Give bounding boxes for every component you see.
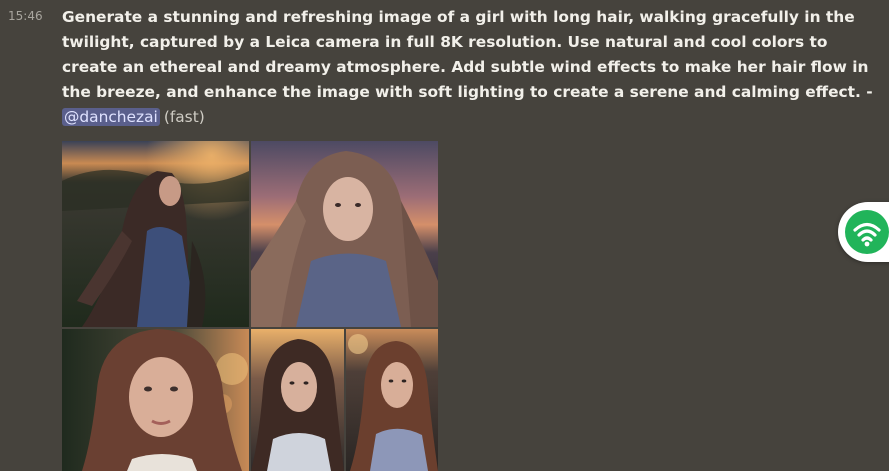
- prompt-line: the breeze, and enhance the image with s…: [62, 83, 873, 101]
- wifi-icon: [845, 210, 889, 254]
- prompt-line: twilight, captured by a Leica camera in …: [62, 33, 828, 51]
- prompt-line: Generate a stunning and refreshing image…: [62, 8, 855, 26]
- generated-image-3[interactable]: [62, 329, 249, 471]
- user-mention[interactable]: @danchezai: [62, 108, 160, 126]
- floating-wifi-button[interactable]: [838, 202, 889, 262]
- message-body: Generate a stunning and refreshing image…: [62, 5, 878, 130]
- prompt-line: create an ethereal and dreamy atmosphere…: [62, 58, 869, 76]
- prompt-text: Generate a stunning and refreshing image…: [62, 5, 878, 105]
- image-grid: [62, 141, 438, 471]
- generated-image-4[interactable]: [251, 329, 344, 471]
- chat-screen: 15:46 Generate a stunning and refreshing…: [0, 0, 889, 471]
- generated-image-2[interactable]: [251, 141, 438, 327]
- message-meta: @danchezai (fast): [62, 105, 878, 130]
- generated-image-5[interactable]: [346, 329, 438, 471]
- message-timestamp: 15:46: [8, 9, 43, 23]
- generated-image-1[interactable]: [62, 141, 249, 327]
- generation-mode: (fast): [163, 108, 205, 126]
